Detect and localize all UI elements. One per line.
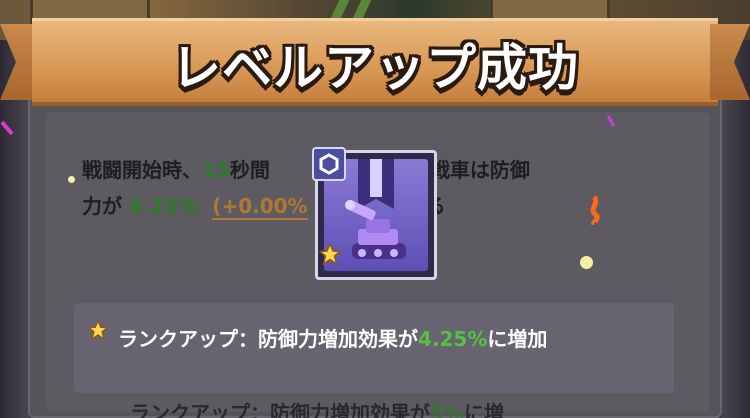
next-rank-up-value: 5% bbox=[430, 401, 464, 418]
desc-value: 4.25% bbox=[128, 194, 199, 218]
next-rank-up-label: ランクアップ：防御力増加効果が bbox=[130, 401, 430, 418]
desc-increase: (+0.00% bbox=[212, 194, 308, 220]
rank-star-icon bbox=[88, 320, 108, 340]
hexagon-icon bbox=[312, 147, 346, 181]
desc-seconds: 15 bbox=[202, 158, 230, 182]
desc-line2-prefix: 力が bbox=[82, 194, 122, 218]
confetti-ribbon bbox=[590, 195, 600, 225]
banner-title: レベルアップ成功 bbox=[171, 39, 579, 97]
rank-up-suffix: に増加 bbox=[487, 327, 548, 351]
next-rank-up-suffix: に増 bbox=[463, 401, 504, 418]
confetti-piece bbox=[606, 115, 616, 127]
rank-up-value: 4.25% bbox=[418, 327, 488, 351]
level-up-banner: レベルアップ成功 bbox=[0, 18, 750, 106]
purple-tank-icon bbox=[345, 200, 406, 259]
desc-line1-prefix: 戦闘開始時、 bbox=[82, 158, 202, 182]
rank-up-text: ランクアップ：防御力増加効果が4.25%に増加 bbox=[118, 322, 648, 356]
confetti-piece bbox=[0, 120, 14, 136]
desc-line1-mid: 秒間 bbox=[229, 158, 270, 182]
confetti-dot bbox=[580, 256, 593, 269]
confetti-dot bbox=[68, 176, 75, 183]
next-rank-up-text: ランクアップ：防御力増加効果が5%に増 bbox=[130, 398, 690, 418]
star-icon bbox=[319, 243, 341, 265]
rank-up-label: ランクアップ：防御力増加効果が bbox=[118, 327, 418, 351]
